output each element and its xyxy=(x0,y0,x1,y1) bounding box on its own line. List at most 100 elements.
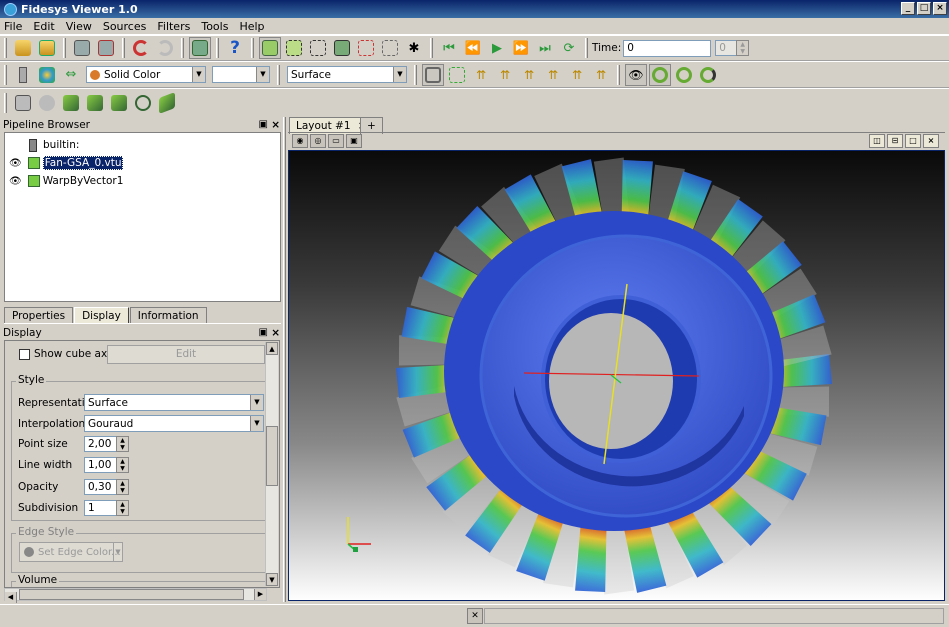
line-width-spinner[interactable]: 1,00 ▲ ▼ xyxy=(84,457,129,473)
display-vertical-scrollbar[interactable]: ▲ ▼ xyxy=(265,342,278,586)
time-input[interactable]: 0 xyxy=(623,39,712,57)
select-block-icon[interactable] xyxy=(331,37,353,59)
tab-display[interactable]: Display xyxy=(74,307,129,324)
horizontal-scroll-thumb[interactable] xyxy=(19,589,244,600)
edit-cube-axes-button[interactable]: Edit xyxy=(107,345,265,364)
properties-tabs: Properties Display Information xyxy=(4,307,208,324)
calculator-icon[interactable] xyxy=(12,92,34,114)
close-button[interactable]: × xyxy=(933,2,947,15)
render-icon[interactable]: ▣ xyxy=(346,134,362,148)
toggle-color-legend-icon[interactable] xyxy=(12,64,34,86)
menu-tools[interactable]: Tools xyxy=(201,20,228,33)
view-settings-icon[interactable]: ▭ xyxy=(328,134,344,148)
undock-icon[interactable]: ▣ xyxy=(259,327,268,338)
camera-link-icon[interactable]: ◎ xyxy=(310,134,326,148)
point-size-value: 2,00 xyxy=(88,438,112,450)
view-minus-x-icon[interactable]: ⇈ xyxy=(494,64,516,86)
edit-color-map-icon[interactable] xyxy=(36,64,58,86)
close-panel-icon[interactable]: × xyxy=(271,119,280,131)
menu-help[interactable]: Help xyxy=(239,20,264,33)
eye-icon[interactable]: 👁 xyxy=(9,158,22,169)
display-horizontal-scrollbar[interactable]: ◀ ▶ xyxy=(4,588,267,603)
zoom-to-data-icon[interactable] xyxy=(446,64,468,86)
maximize-view-icon[interactable]: □ xyxy=(905,134,921,148)
first-frame-icon[interactable]: ⏮ xyxy=(438,37,460,59)
warp-by-vector-icon[interactable] xyxy=(156,91,178,114)
help-icon[interactable]: ? xyxy=(224,37,246,59)
render-view[interactable] xyxy=(288,150,945,601)
select-polygon-icon[interactable] xyxy=(355,37,377,59)
last-frame-icon[interactable]: ⏭ xyxy=(534,37,556,59)
view-plus-z-icon[interactable]: ⇈ xyxy=(566,64,588,86)
extract-subset-icon[interactable] xyxy=(132,92,154,114)
menu-edit[interactable]: Edit xyxy=(33,20,54,33)
representation-row: Representation Surface ▼ xyxy=(18,394,264,411)
tree-item-builtin[interactable]: builtin: xyxy=(29,137,79,153)
interpolation-select[interactable]: Gouraud ▼ xyxy=(84,415,264,432)
save-state-icon[interactable] xyxy=(95,37,117,59)
point-size-spinner[interactable]: 2,00 ▲ ▼ xyxy=(84,436,129,452)
split-vertical-icon[interactable]: ⊟ xyxy=(887,134,903,148)
open-recent-icon[interactable] xyxy=(36,37,58,59)
select-cells-icon[interactable] xyxy=(259,37,281,59)
tree-item-warp[interactable]: 👁 WarpByVector1 xyxy=(9,173,123,189)
menu-sources[interactable]: Sources xyxy=(103,20,147,33)
display-scroll-thumb[interactable] xyxy=(266,426,278,486)
view-minus-z-icon[interactable]: ⇈ xyxy=(590,64,612,86)
time-step-spinner[interactable]: 0 ▲ ▼ xyxy=(715,40,750,56)
color-by-select[interactable]: Solid Color ▼ xyxy=(86,66,206,83)
view-plus-x-icon[interactable]: ⇈ xyxy=(470,64,492,86)
redo-icon[interactable] xyxy=(154,37,176,59)
component-select[interactable]: ▼ xyxy=(212,66,270,83)
select-frustum-icon[interactable] xyxy=(307,37,329,59)
set-edge-color-button[interactable]: Set Edge Color... ▼ xyxy=(19,542,123,562)
clear-selection-icon[interactable] xyxy=(379,37,401,59)
eye-icon[interactable]: 👁 xyxy=(9,176,22,187)
opacity-spinner[interactable]: 0,30 ▲ ▼ xyxy=(84,479,129,495)
undo-icon[interactable] xyxy=(130,37,152,59)
subdivision-spinner[interactable]: 1 ▲ ▼ xyxy=(84,500,129,516)
play-icon[interactable]: ▶ xyxy=(486,37,508,59)
open-icon[interactable] xyxy=(12,37,34,59)
loop-icon[interactable]: ⟳ xyxy=(558,37,580,59)
select-points-icon[interactable] xyxy=(283,37,305,59)
capture-icon[interactable]: ◉ xyxy=(292,134,308,148)
view-plus-y-icon[interactable]: ⇈ xyxy=(518,64,540,86)
threshold-icon[interactable] xyxy=(108,92,130,114)
reset-camera-icon[interactable] xyxy=(422,63,444,86)
split-horizontal-icon[interactable]: ◫ xyxy=(869,134,885,148)
view-minus-y-icon[interactable]: ⇈ xyxy=(542,64,564,86)
next-frame-icon[interactable]: ⏩ xyxy=(510,37,532,59)
menu-file[interactable]: File xyxy=(4,20,22,33)
previous-frame-icon[interactable]: ⏪ xyxy=(462,37,484,59)
representation-select[interactable]: Surface ▼ xyxy=(84,394,264,411)
contour-icon[interactable] xyxy=(36,92,58,114)
rotate-center-icon[interactable] xyxy=(697,64,719,86)
close-view-icon[interactable]: × xyxy=(923,134,939,148)
show-center-icon[interactable]: 👁 xyxy=(625,63,647,86)
clip-icon[interactable] xyxy=(60,92,82,114)
progress-abort-icon[interactable]: ✕ xyxy=(467,608,483,624)
display-panel-header: Display ▣ × xyxy=(0,325,284,340)
pick-icon[interactable]: ✱ xyxy=(403,37,425,59)
tab-properties[interactable]: Properties xyxy=(4,307,74,324)
menu-view[interactable]: View xyxy=(66,20,92,33)
slice-icon[interactable] xyxy=(84,92,106,114)
panel-splitter[interactable] xyxy=(283,117,286,602)
reset-center-icon[interactable] xyxy=(649,63,671,86)
load-state-icon[interactable] xyxy=(71,37,93,59)
undock-icon[interactable]: ▣ xyxy=(259,119,268,130)
show-cube-axes-checkbox[interactable] xyxy=(19,348,30,360)
maximize-button[interactable]: □ xyxy=(917,2,931,15)
minimize-button[interactable]: _ xyxy=(901,2,915,15)
tab-information[interactable]: Information xyxy=(129,307,207,324)
rescale-range-icon[interactable]: ⇔ xyxy=(60,64,82,86)
menu-filters[interactable]: Filters xyxy=(157,20,190,33)
representation-toolbar-select[interactable]: Surface ▼ xyxy=(287,66,407,83)
color-by-value: Solid Color xyxy=(104,68,161,81)
connect-icon[interactable] xyxy=(189,37,211,59)
tree-item-fan-gsa[interactable]: 👁 Fan-GSA_0.vtu xyxy=(9,155,124,171)
close-panel-icon[interactable]: × xyxy=(271,327,280,339)
edge-color-dropdown-icon[interactable]: ▼ xyxy=(113,542,123,562)
pick-center-icon[interactable] xyxy=(673,64,695,86)
